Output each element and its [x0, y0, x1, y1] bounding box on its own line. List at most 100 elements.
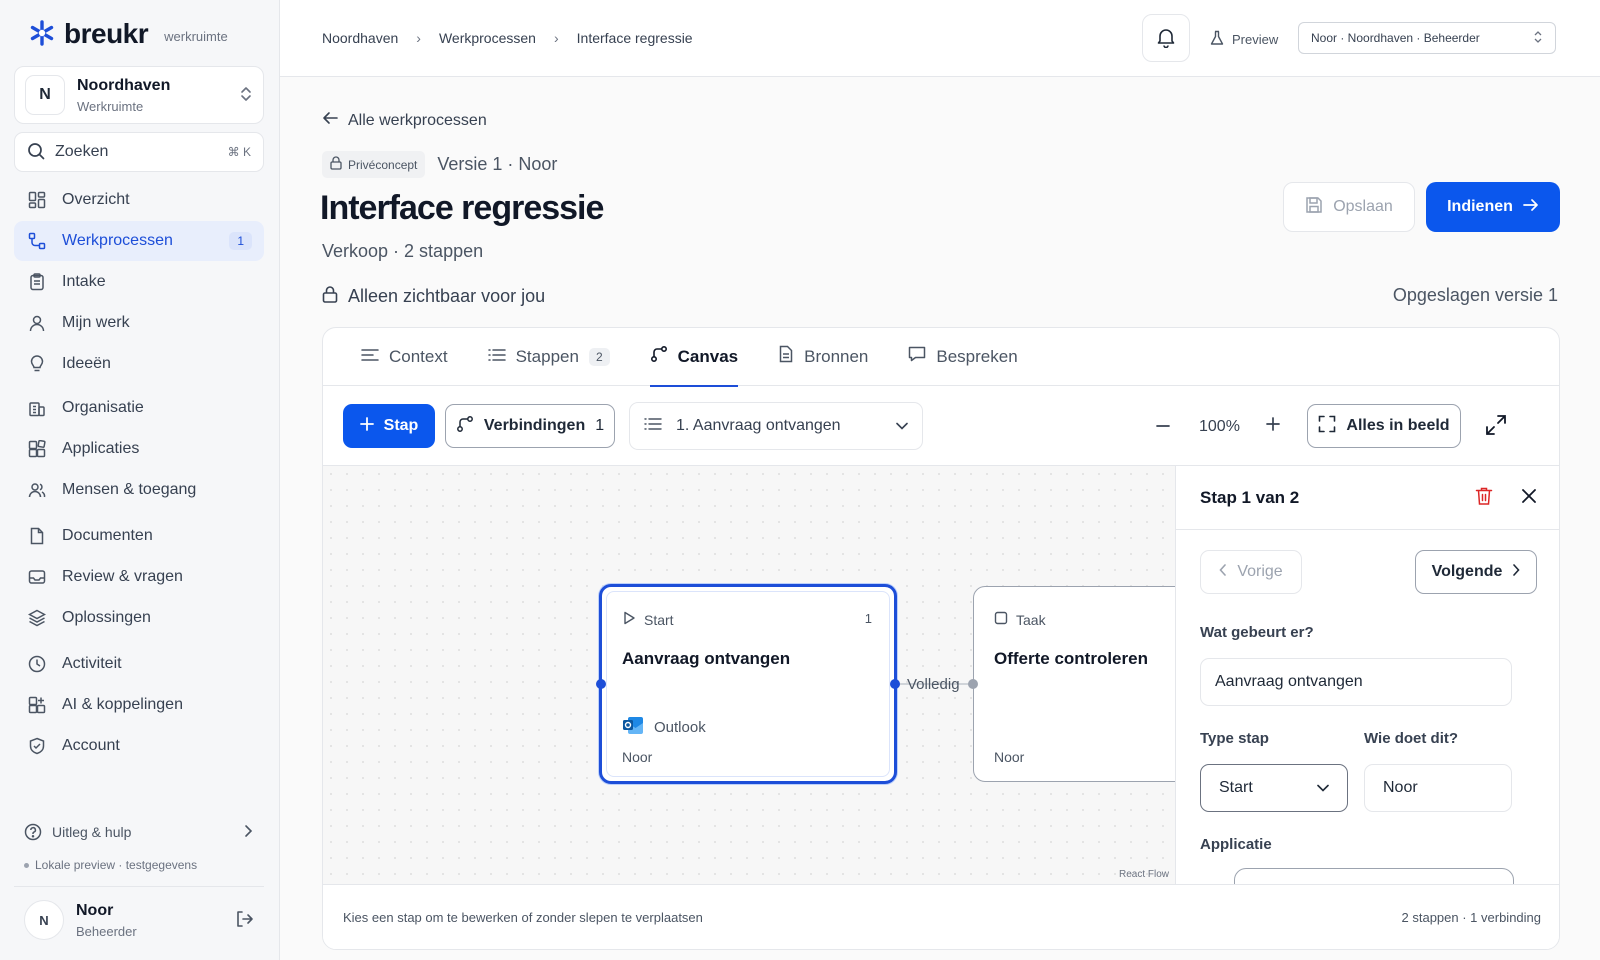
nav-item-review-vragen[interactable]: Review & vragen: [14, 557, 264, 597]
nav-group-main: Overzicht Werkprocessen 1 Intake Mijn we…: [14, 180, 264, 385]
next-step-button[interactable]: Volgende: [1415, 550, 1537, 594]
flow-node-task[interactable]: Taak Offerte controleren Noor: [973, 586, 1175, 782]
edge-label[interactable]: Volledig: [907, 676, 960, 693]
assignee-input[interactable]: Noor: [1364, 764, 1512, 812]
expand-icon: [1485, 415, 1507, 439]
workspace-name: Noordhaven: [77, 76, 171, 94]
flask-icon: [1210, 30, 1224, 49]
breadcrumb: Noordhaven › Werkprocessen › Interface r…: [322, 30, 693, 46]
connections-button[interactable]: Verbindingen 1: [445, 404, 615, 448]
previous-step-button[interactable]: Vorige: [1200, 550, 1302, 594]
help-link[interactable]: Uitleg & hulp: [14, 816, 264, 848]
preview-toggle[interactable]: Preview: [1210, 30, 1278, 49]
flow-canvas[interactable]: Start 1 Aanvraag ontvangen Outlook Noor …: [323, 466, 1175, 884]
workspace-switcher[interactable]: N Noordhaven Werkruimte: [14, 66, 264, 124]
attribution[interactable]: React Flow: [1119, 869, 1169, 880]
footer-stats: 2 stappen · 1 verbinding: [1401, 910, 1541, 925]
nav-item-mensen-toegang[interactable]: Mensen & toegang: [14, 470, 264, 510]
play-icon: [622, 611, 636, 628]
inbox-icon: [26, 566, 48, 588]
node-handle-left[interactable]: [596, 679, 606, 689]
node-handle-left[interactable]: [968, 679, 978, 689]
back-link[interactable]: Alle werkprocessen: [322, 111, 487, 130]
step-detail-panel: Stap 1 van 2 Vorige Volgende Wat gebeurt…: [1175, 466, 1559, 884]
list-icon: [644, 417, 662, 436]
trash-icon[interactable]: [1475, 486, 1493, 509]
submit-label: Indienen: [1447, 198, 1513, 215]
nav-item-ai-koppelingen[interactable]: AI & koppelingen: [14, 685, 264, 725]
nav-item-account[interactable]: Account: [14, 726, 264, 766]
application-select[interactable]: [1234, 868, 1514, 884]
topbar: Noordhaven › Werkprocessen › Interface r…: [280, 0, 1600, 77]
notifications-button[interactable]: [1142, 14, 1190, 62]
nav-item-oplossingen[interactable]: Oplossingen: [14, 598, 264, 638]
save-label: Opslaan: [1333, 198, 1393, 215]
nav-label: Ideeën: [62, 355, 111, 372]
list-icon: [487, 347, 506, 367]
nav-label: AI & koppelingen: [62, 696, 183, 713]
nav-item-overzicht[interactable]: Overzicht: [14, 180, 264, 220]
breadcrumb-item[interactable]: Werkprocessen: [439, 30, 536, 46]
brand[interactable]: breukr werkruimte: [28, 18, 228, 50]
tab-label: Bronnen: [804, 346, 869, 366]
editor-tabs: Context Stappen 2 Canvas Bronnen Besprek…: [323, 328, 1559, 387]
frame-icon: [1318, 415, 1336, 438]
step-select-value: 1. Aanvraag ontvangen: [676, 417, 841, 434]
nav-label: Activiteit: [62, 655, 122, 672]
node-handle-right[interactable]: [890, 679, 900, 689]
nav-item-intake[interactable]: Intake: [14, 262, 264, 302]
tab-stappen[interactable]: Stappen 2: [487, 328, 610, 386]
fit-view-button[interactable]: Alles in beeld: [1307, 404, 1461, 448]
search-icon: [27, 142, 45, 163]
tab-bespreken[interactable]: Bespreken: [908, 328, 1018, 386]
role-select-value: Noor · Noordhaven · Beheerder: [1311, 31, 1480, 45]
version-info: Versie 1 · Noor: [437, 154, 558, 174]
nav-item-organisatie[interactable]: Organisatie: [14, 388, 264, 428]
tab-bronnen[interactable]: Bronnen: [778, 328, 868, 386]
chevron-down-icon: [1317, 779, 1329, 797]
zoom-in-button[interactable]: [1265, 412, 1281, 438]
submit-button[interactable]: Indienen: [1426, 182, 1560, 232]
type-label: Type stap: [1200, 730, 1269, 747]
flow-node-start[interactable]: Start 1 Aanvraag ontvangen Outlook Noor: [599, 584, 897, 784]
user-role: Beheerder: [76, 923, 137, 939]
lock-icon: [322, 285, 338, 308]
zoom-out-button[interactable]: [1155, 414, 1171, 440]
tab-label: Context: [389, 346, 448, 366]
role-select[interactable]: Noor · Noordhaven · Beheerder: [1298, 22, 1556, 54]
nav-item-werkprocessen[interactable]: Werkprocessen 1: [14, 221, 264, 261]
node-app-label: Outlook: [654, 718, 706, 736]
nav-item-documenten[interactable]: Documenten: [14, 516, 264, 556]
flow-icon: [650, 345, 668, 368]
step-type-select[interactable]: Start: [1200, 764, 1348, 812]
nav-label: Oplossingen: [62, 609, 151, 626]
add-step-label: Stap: [383, 417, 419, 434]
step-name-input[interactable]: Aanvraag ontvangen: [1200, 658, 1512, 706]
panel-title: Stap 1 van 2: [1200, 487, 1300, 507]
minus-icon: [1155, 414, 1171, 439]
nav-item-mijn-werk[interactable]: Mijn werk: [14, 303, 264, 343]
breadcrumb-item[interactable]: Noordhaven: [322, 30, 398, 46]
checkbox-icon: [994, 611, 1008, 628]
nav-item-activiteit[interactable]: Activiteit: [14, 644, 264, 684]
preview-label: Preview: [1232, 32, 1279, 47]
back-label: Alle werkprocessen: [348, 111, 487, 129]
status-badge: Privéconcept: [322, 151, 426, 178]
nav-group-org: Organisatie Applicaties Mensen & toegang: [14, 388, 264, 511]
nav-item-ideeen[interactable]: Ideeën: [14, 344, 264, 384]
users-icon: [26, 479, 48, 501]
tab-canvas[interactable]: Canvas: [649, 328, 739, 387]
tab-context[interactable]: Context: [361, 328, 448, 386]
step-select[interactable]: 1. Aanvraag ontvangen: [629, 402, 923, 450]
logout-icon[interactable]: [234, 909, 254, 932]
add-step-button[interactable]: Stap: [343, 404, 435, 448]
save-button[interactable]: Opslaan: [1283, 182, 1415, 232]
user-profile[interactable]: N Noor Beheerder: [24, 900, 254, 940]
flow-icon: [456, 415, 474, 438]
avatar: N: [24, 900, 64, 940]
nav-item-applicaties[interactable]: Applicaties: [14, 429, 264, 469]
search-input[interactable]: Zoeken ⌘ K: [14, 132, 264, 172]
chevron-right-icon: [1512, 563, 1520, 581]
fullscreen-button[interactable]: [1485, 414, 1507, 439]
close-icon[interactable]: [1521, 488, 1537, 507]
